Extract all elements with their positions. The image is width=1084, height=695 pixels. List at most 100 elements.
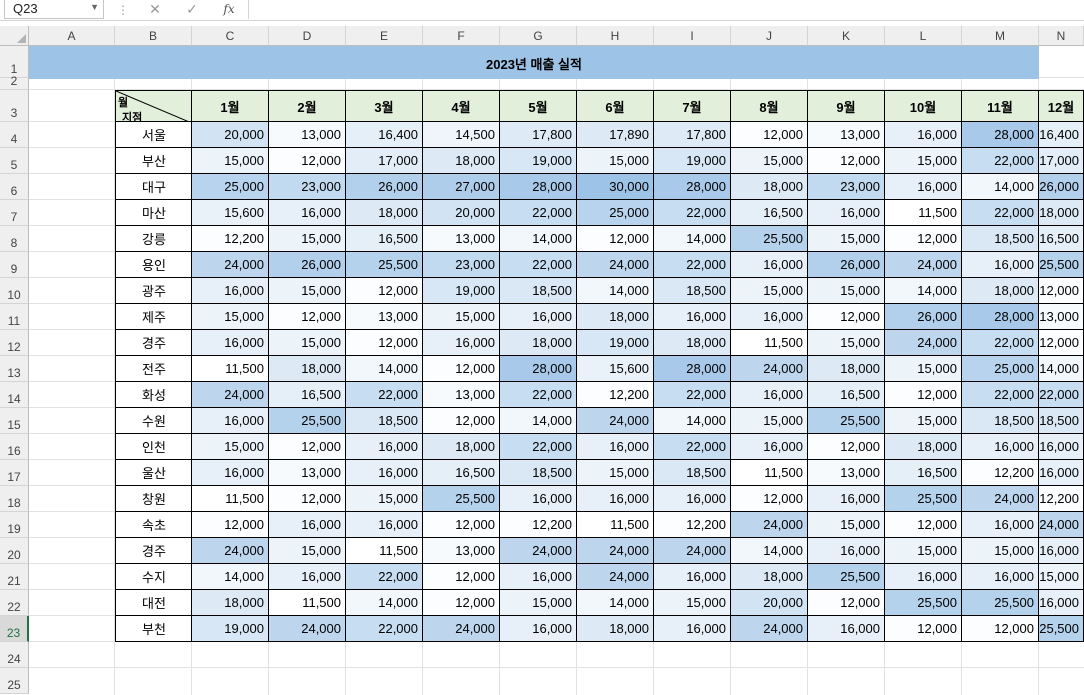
sales-cell[interactable]: 16,000 — [268, 199, 346, 226]
sales-cell[interactable]: 16,000 — [807, 537, 885, 564]
sales-cell[interactable]: 19,000 — [653, 147, 731, 174]
sales-cell[interactable]: 15,000 — [807, 225, 885, 252]
sales-cell[interactable]: 25,500 — [884, 485, 962, 512]
sales-cell[interactable]: 18,500 — [1038, 407, 1084, 434]
sales-cell[interactable]: 12,000 — [1038, 277, 1084, 304]
sales-cell[interactable]: 22,000 — [345, 615, 423, 642]
column-header-H[interactable]: H — [577, 26, 654, 46]
sales-cell[interactable]: 16,000 — [191, 277, 269, 304]
branch-name[interactable]: 속초 — [115, 511, 193, 538]
sales-cell[interactable]: 25,000 — [576, 199, 654, 226]
sales-cell[interactable]: 12,000 — [422, 355, 500, 382]
sales-cell[interactable]: 12,000 — [884, 511, 962, 538]
sales-cell[interactable]: 15,000 — [884, 537, 962, 564]
sales-cell[interactable]: 16,000 — [653, 485, 731, 512]
sales-cell[interactable]: 24,000 — [730, 511, 808, 538]
sales-cell[interactable]: 15,000 — [268, 537, 346, 564]
corner-header-cell[interactable]: 월 지점 — [115, 90, 193, 123]
month-header[interactable]: 4월 — [422, 90, 500, 123]
row-header-13[interactable]: 13 — [0, 356, 29, 382]
sales-cell[interactable]: 26,000 — [884, 303, 962, 330]
sales-cell[interactable]: 24,000 — [884, 329, 962, 356]
sales-cell[interactable]: 17,890 — [576, 121, 654, 148]
sales-cell[interactable]: 12,200 — [1038, 485, 1084, 512]
sales-cell[interactable]: 25,500 — [961, 589, 1039, 616]
sales-cell[interactable]: 15,000 — [191, 147, 269, 174]
month-header[interactable]: 1월 — [191, 90, 269, 123]
sales-cell[interactable]: 16,000 — [1038, 537, 1084, 564]
sales-cell[interactable]: 14,000 — [653, 225, 731, 252]
sales-cell[interactable]: 11,500 — [884, 199, 962, 226]
sales-cell[interactable]: 15,000 — [730, 147, 808, 174]
row-header-25[interactable]: 25 — [0, 668, 29, 694]
sales-cell[interactable]: 22,000 — [961, 381, 1039, 408]
sales-cell[interactable]: 16,000 — [345, 459, 423, 486]
sales-cell[interactable]: 30,000 — [576, 173, 654, 200]
sales-cell[interactable]: 11,500 — [268, 589, 346, 616]
sales-cell[interactable]: 16,500 — [345, 225, 423, 252]
sales-cell[interactable]: 18,000 — [422, 147, 500, 174]
sales-cell[interactable]: 24,000 — [961, 485, 1039, 512]
sales-cell[interactable]: 16,500 — [807, 381, 885, 408]
sales-cell[interactable]: 12,000 — [422, 563, 500, 590]
sales-cell[interactable]: 13,000 — [268, 459, 346, 486]
sales-cell[interactable]: 12,000 — [1038, 329, 1084, 356]
sales-cell[interactable]: 13,000 — [345, 303, 423, 330]
sales-cell[interactable]: 14,000 — [730, 537, 808, 564]
column-header-K[interactable]: K — [808, 26, 885, 46]
sales-cell[interactable]: 18,000 — [268, 355, 346, 382]
sales-cell[interactable]: 12,000 — [268, 485, 346, 512]
column-header-L[interactable]: L — [885, 26, 962, 46]
sales-cell[interactable]: 25,500 — [884, 589, 962, 616]
sales-cell[interactable]: 16,000 — [576, 433, 654, 460]
sales-cell[interactable]: 16,000 — [1038, 589, 1084, 616]
sales-cell[interactable]: 18,000 — [730, 173, 808, 200]
sales-cell[interactable]: 25,500 — [422, 485, 500, 512]
sales-cell[interactable]: 18,500 — [961, 225, 1039, 252]
sales-cell[interactable]: 13,000 — [807, 121, 885, 148]
sales-cell[interactable]: 14,500 — [422, 121, 500, 148]
sales-cell[interactable]: 17,000 — [1038, 147, 1084, 174]
row-header-11[interactable]: 11 — [0, 304, 29, 330]
sales-cell[interactable]: 16,000 — [499, 485, 577, 512]
sales-cell[interactable]: 12,000 — [807, 589, 885, 616]
sales-cell[interactable]: 18,000 — [961, 277, 1039, 304]
sales-cell[interactable]: 24,000 — [730, 615, 808, 642]
month-header[interactable]: 7월 — [653, 90, 731, 123]
month-header[interactable]: 5월 — [499, 90, 577, 123]
sales-cell[interactable]: 17,000 — [345, 147, 423, 174]
sales-cell[interactable]: 22,000 — [499, 199, 577, 226]
column-header-D[interactable]: D — [269, 26, 346, 46]
sales-cell[interactable]: 18,000 — [499, 329, 577, 356]
cancel-icon[interactable]: ✕ — [144, 0, 166, 19]
sales-cell[interactable]: 16,000 — [268, 511, 346, 538]
sales-cell[interactable]: 16,000 — [422, 329, 500, 356]
sales-cell[interactable]: 14,000 — [1038, 355, 1084, 382]
sales-cell[interactable]: 26,000 — [345, 173, 423, 200]
sales-cell[interactable]: 15,000 — [807, 329, 885, 356]
sales-cell[interactable]: 24,000 — [499, 537, 577, 564]
row-header-18[interactable]: 18 — [0, 486, 29, 512]
enter-icon[interactable]: ✓ — [181, 0, 203, 19]
column-header-C[interactable]: C — [192, 26, 269, 46]
sales-cell[interactable]: 15,000 — [1038, 563, 1084, 590]
sales-cell[interactable]: 18,500 — [499, 277, 577, 304]
sales-cell[interactable]: 18,500 — [499, 459, 577, 486]
sales-cell[interactable]: 24,000 — [1038, 511, 1084, 538]
chevron-down-icon[interactable]: ▼ — [90, 2, 99, 12]
sales-cell[interactable]: 15,000 — [961, 537, 1039, 564]
sales-cell[interactable]: 14,000 — [576, 277, 654, 304]
sales-cell[interactable]: 12,000 — [730, 121, 808, 148]
sales-cell[interactable]: 12,000 — [884, 225, 962, 252]
sales-cell[interactable]: 12,000 — [191, 511, 269, 538]
month-header[interactable]: 8월 — [730, 90, 808, 123]
sales-cell[interactable]: 14,000 — [191, 563, 269, 590]
sales-cell[interactable]: 19,000 — [191, 615, 269, 642]
sales-cell[interactable]: 16,000 — [345, 511, 423, 538]
sales-cell[interactable]: 22,000 — [499, 433, 577, 460]
sales-cell[interactable]: 16,000 — [191, 329, 269, 356]
sales-cell[interactable]: 15,000 — [884, 147, 962, 174]
sales-cell[interactable]: 28,000 — [961, 121, 1039, 148]
sales-cell[interactable]: 16,000 — [730, 433, 808, 460]
column-header-A[interactable]: A — [29, 26, 115, 46]
